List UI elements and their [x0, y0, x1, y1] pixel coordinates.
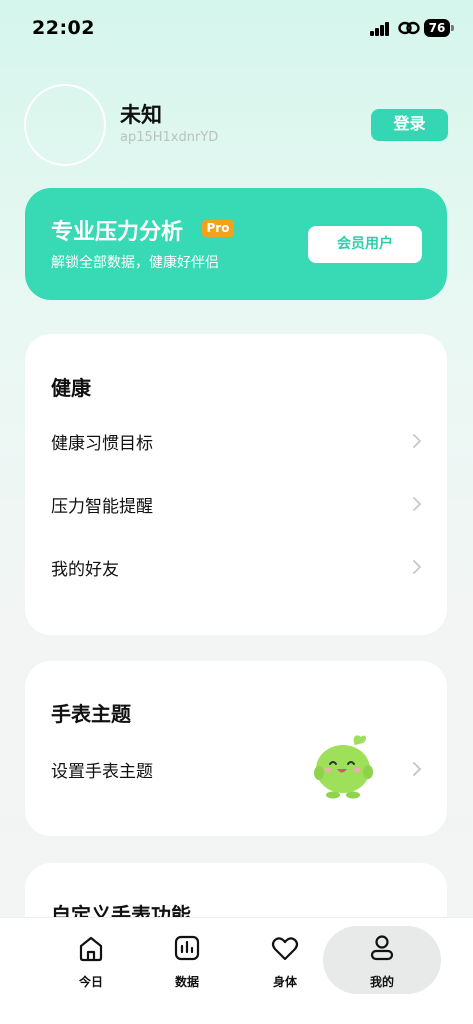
list-item-label: 设置手表主题 [51, 762, 153, 782]
chevron-right-icon [413, 497, 421, 511]
battery-icon: 76 [424, 19, 454, 37]
person-icon [370, 935, 394, 961]
tab-bar: 今日 数据 身体 我的 [0, 917, 473, 1024]
avatar[interactable] [24, 84, 106, 166]
tab-mine[interactable]: 我的 [323, 926, 441, 994]
signal-icon [370, 22, 392, 36]
list-item-set-watch-theme[interactable]: 设置手表主题 [25, 749, 447, 789]
pro-banner[interactable]: 专业压力分析 Pro 解锁全部数据，健康好伴侣 会员用户 [25, 188, 447, 300]
health-card: 健康 健康习惯目标 压力智能提醒 我的好友 [25, 334, 447, 635]
tab-label: 我的 [369, 975, 394, 989]
pro-banner-title: 专业压力分析 [51, 220, 184, 245]
home-icon [79, 936, 103, 962]
watch-theme-card: 手表主题 设置手表主题 [25, 661, 447, 836]
link-icon [398, 21, 420, 35]
tab-label: 数据 [174, 975, 199, 989]
login-button[interactable]: 登录 [371, 109, 448, 141]
user-name: 未知 [120, 103, 162, 127]
member-button[interactable]: 会员用户 [308, 226, 422, 263]
pro-banner-subtitle: 解锁全部数据，健康好伴侣 [51, 255, 219, 271]
pro-badge: Pro [202, 220, 234, 237]
status-time: 22:02 [32, 17, 95, 39]
tab-data[interactable]: 数据 [131, 926, 243, 994]
heart-icon [271, 937, 299, 961]
chevron-right-icon [413, 762, 421, 776]
health-card-title: 健康 [51, 376, 91, 400]
list-item-my-friends[interactable]: 我的好友 [25, 547, 447, 587]
user-id: ap15H1xdnrYD [120, 130, 219, 145]
list-item-label: 压力智能提醒 [51, 497, 153, 517]
list-item-health-habit-goal[interactable]: 健康习惯目标 [25, 421, 447, 461]
watch-theme-card-title: 手表主题 [51, 702, 131, 726]
chart-icon [174, 935, 200, 961]
chevron-right-icon [413, 434, 421, 448]
status-bar: 22:02 76 [0, 0, 473, 56]
battery-level: 76 [424, 19, 450, 37]
list-item-stress-reminder[interactable]: 压力智能提醒 [25, 484, 447, 524]
list-item-label: 我的好友 [51, 560, 119, 580]
chevron-right-icon [413, 560, 421, 574]
list-item-label: 健康习惯目标 [51, 434, 153, 454]
mascot-illustration [314, 735, 373, 799]
